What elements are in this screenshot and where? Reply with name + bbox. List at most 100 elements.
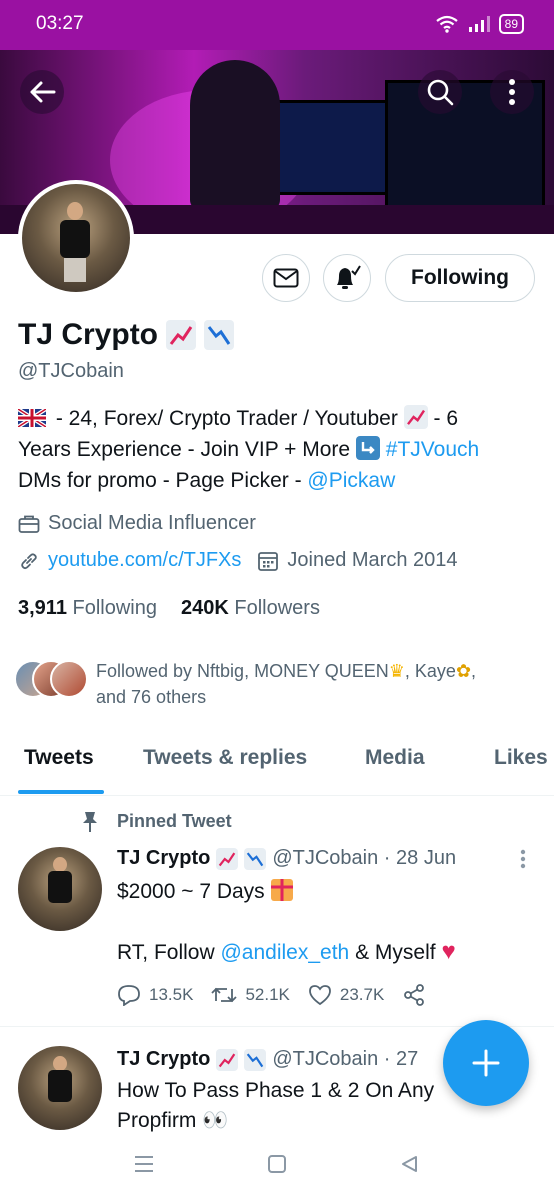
tweet-more-icon[interactable]	[520, 849, 526, 869]
tweet-pinned[interactable]: Pinned Tweet TJ Crypto @TJCobain · 28 Ju…	[0, 797, 554, 1027]
profile-avatar[interactable]	[18, 180, 134, 296]
gift-emoji-icon	[270, 879, 293, 901]
bio-line1-text: - 24, Forex/ Crypto Trader / Youtuber	[55, 407, 398, 430]
profile-bio: - 24, Forex/ Crypto Trader / Youtuber - …	[18, 403, 538, 496]
retweet-icon	[211, 987, 238, 1003]
tweet-handle-time: @TJCobain · 27	[272, 1048, 419, 1070]
reply-count: 13.5K	[149, 985, 194, 1004]
back-nav-icon[interactable]	[399, 1154, 419, 1174]
bio-line2-text: Years Experience - Join VIP + More	[18, 438, 351, 461]
following-label: Following	[72, 597, 157, 619]
status-bar: 03:27 89	[0, 0, 554, 50]
tweet-avatar[interactable]	[18, 1046, 102, 1130]
signal-icon	[468, 16, 490, 32]
chart-down-emoji-icon	[204, 320, 235, 350]
pin-icon	[83, 812, 97, 832]
battery-indicator: 89	[498, 14, 524, 34]
profile-handle: @TJCobain	[18, 360, 124, 382]
back-arrow-icon	[30, 81, 56, 103]
more-options-button[interactable]	[490, 70, 534, 114]
chart-up-emoji-icon	[166, 320, 197, 350]
search-icon	[427, 79, 454, 106]
tweet-line2-b: & Myself	[355, 941, 436, 964]
tweet-handle-time: @TJCobain · 28 Jun	[272, 847, 457, 869]
profile-category: Social Media Influencer	[18, 512, 256, 535]
retweet-button[interactable]: 52.1K	[211, 985, 290, 1005]
wifi-icon	[435, 15, 458, 33]
share-icon[interactable]	[402, 983, 426, 1007]
chart-up-emoji-icon	[216, 847, 239, 870]
followed-by-text-c: ,	[471, 661, 477, 681]
followers-count-link[interactable]: 240K Followers	[181, 597, 320, 620]
bio-hashtag-link[interactable]: #TJVouch	[386, 438, 479, 461]
profile-name-row: TJ Crypto	[18, 318, 235, 352]
bio-line3-text: DMs for promo - Page Picker -	[18, 469, 302, 492]
category-text: Social Media Influencer	[48, 512, 256, 534]
red-heart-emoji-icon: ♥	[441, 938, 456, 965]
uk-flag-icon	[18, 409, 46, 427]
follower-avatars	[14, 658, 88, 698]
arrow-down-right-emoji-icon	[355, 436, 380, 460]
plus-icon	[472, 1049, 500, 1077]
follow-counts: 3,911 Following 240K Followers	[18, 597, 320, 620]
tweet-line2: Propfirm	[117, 1109, 197, 1132]
status-icons: 89	[435, 14, 524, 34]
tweet-line2-a: RT, Follow	[117, 941, 215, 964]
pinned-label: Pinned Tweet	[117, 811, 232, 831]
tweet-line1: $2000 ~ 7 Days	[117, 880, 265, 903]
followed-by-text-a: Followed by Nftbig, MONEY QUEEN	[96, 661, 389, 681]
sunflower-emoji-icon: ✿	[455, 661, 472, 681]
bell-check-icon	[337, 265, 361, 289]
profile-tabs: Tweets Tweets & replies Media Likes	[0, 740, 554, 796]
retweet-count: 52.1K	[245, 985, 290, 1004]
recent-apps-icon[interactable]	[133, 1154, 155, 1174]
tweet-mention-link[interactable]: @andilex_eth	[220, 941, 349, 964]
chart-up-emoji-icon	[403, 405, 428, 429]
like-count: 23.7K	[339, 985, 385, 1004]
like-button[interactable]: 23.7K	[308, 984, 384, 1006]
status-time: 03:27	[36, 13, 84, 34]
tweet-author-name: TJ Crypto	[117, 1048, 211, 1070]
followers-count: 240K	[181, 597, 229, 619]
reply-button[interactable]: 13.5K	[117, 984, 193, 1006]
active-tab-indicator	[18, 790, 104, 794]
chart-down-emoji-icon	[244, 847, 267, 870]
more-vertical-icon	[509, 79, 515, 105]
crown-emoji-icon: ♛	[388, 661, 405, 681]
tweet-author-name: TJ Crypto	[117, 847, 211, 869]
eyes-emoji-icon: 👀	[202, 1109, 229, 1132]
followed-by-row[interactable]: Followed by Nftbig, MONEY QUEEN♛, Kaye✿,…	[14, 658, 536, 710]
tweet-text: $2000 ~ 7 Days RT, Follow @andilex_eth &…	[117, 877, 517, 968]
heart-icon	[308, 985, 331, 1006]
notifications-button[interactable]	[323, 254, 371, 302]
following-count-link[interactable]: 3,911 Following	[18, 597, 157, 620]
follower-avatar	[50, 660, 88, 698]
calendar-icon	[258, 551, 279, 571]
system-navigation-bar	[0, 1140, 554, 1200]
followed-by-text: Followed by Nftbig, MONEY QUEEN♛, Kaye✿,…	[96, 658, 536, 710]
envelope-icon	[273, 268, 299, 288]
tab-tweets-replies[interactable]: Tweets & replies	[143, 746, 307, 770]
following-count: 3,911	[18, 597, 67, 619]
chart-down-emoji-icon	[244, 1048, 267, 1071]
tab-media[interactable]: Media	[365, 746, 425, 770]
profile-name: TJ Crypto	[18, 318, 159, 351]
tweet-avatar[interactable]	[18, 847, 102, 931]
followers-label: Followers	[234, 597, 320, 619]
compose-tweet-button[interactable]	[443, 1020, 529, 1106]
tweet-header: TJ Crypto @TJCobain · 27	[117, 1048, 418, 1071]
website-link[interactable]: youtube.com/c/TJFXs	[48, 549, 241, 572]
chart-up-emoji-icon	[216, 1048, 239, 1071]
reply-icon	[118, 985, 140, 1006]
message-button[interactable]	[262, 254, 310, 302]
tweet-header: TJ Crypto @TJCobain · 28 Jun	[117, 847, 456, 870]
tab-tweets[interactable]: Tweets	[24, 746, 94, 770]
back-button[interactable]	[20, 70, 64, 114]
home-icon[interactable]	[267, 1154, 287, 1174]
bio-mention-link[interactable]: @Pickaw	[307, 469, 395, 492]
following-button[interactable]: Following	[385, 254, 535, 302]
followed-by-text-b: , Kaye	[404, 661, 456, 681]
search-button[interactable]	[418, 70, 462, 114]
tab-likes[interactable]: Likes	[494, 746, 548, 770]
bio-line1-end: - 6	[433, 407, 459, 430]
